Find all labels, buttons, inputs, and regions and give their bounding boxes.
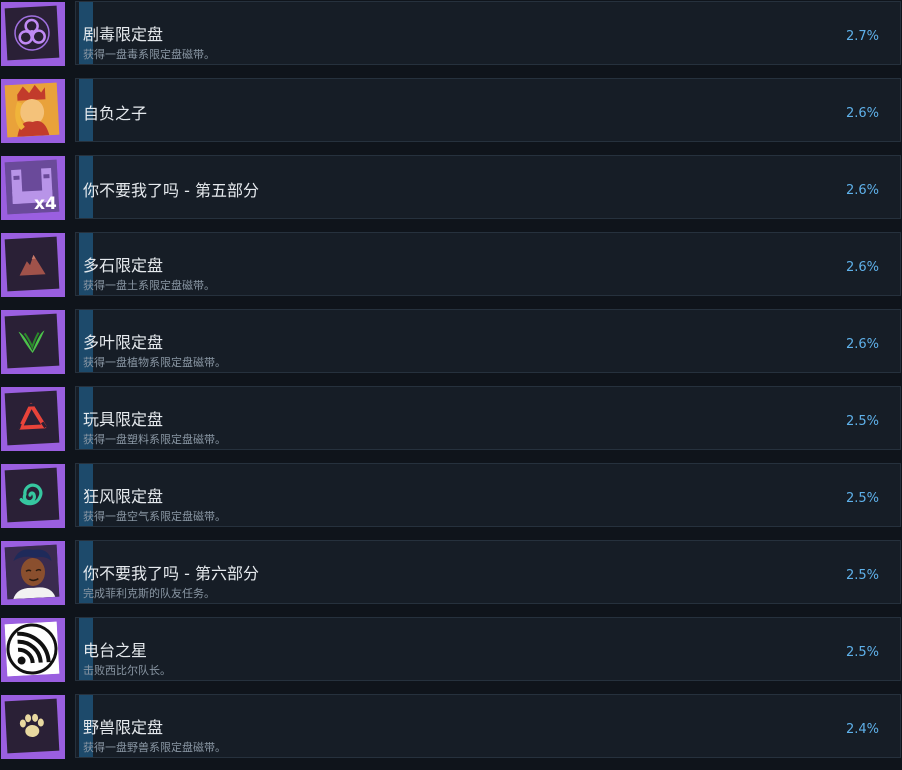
achievement-title: 多叶限定盘 <box>83 333 164 352</box>
achievement-title: 电台之星 <box>83 641 148 660</box>
unlock-percentage: 2.6% <box>845 106 879 121</box>
achievement-row[interactable]: 自负之子 2.6% <box>0 77 902 154</box>
achievement-title: 多石限定盘 <box>83 256 164 275</box>
achievement-panel: 剧毒限定盘 获得一盘毒系限定盘磁带。 2.7% <box>75 1 901 65</box>
achievement-description: 获得一盘野兽系限定盘磁带。 <box>83 741 226 754</box>
achievement-panel: 你不要我了吗 - 第六部分 完成菲利克斯的队友任务。 2.5% <box>75 540 901 604</box>
rock-icon <box>4 236 60 292</box>
achievement-title: 你不要我了吗 - 第六部分 <box>83 564 259 583</box>
unlock-percentage: 2.6% <box>845 183 879 198</box>
achievement-row[interactable]: 剧毒限定盘 获得一盘毒系限定盘磁带。 2.7% <box>0 0 902 77</box>
achievement-icon-frame <box>1 541 65 605</box>
biohazard-icon <box>4 5 60 61</box>
achievement-panel: 玩具限定盘 获得一盘塑料系限定盘磁带。 2.5% <box>75 386 901 450</box>
achievement-icon-frame <box>1 695 65 759</box>
achievement-icon-frame <box>1 233 65 297</box>
achievement-description: 完成菲利克斯的队友任务。 <box>83 587 215 600</box>
achievement-icon-frame <box>1 464 65 528</box>
achievement-icon-frame <box>1 310 65 374</box>
achievement-row[interactable]: x4 你不要我了吗 - 第五部分 2.6% <box>0 154 902 231</box>
unlock-percentage: 2.5% <box>845 645 879 660</box>
achievement-row[interactable]: 野兽限定盘 获得一盘野兽系限定盘磁带。 2.4% <box>0 693 902 770</box>
achievement-row[interactable]: 多叶限定盘 获得一盘植物系限定盘磁带。 2.6% <box>0 308 902 385</box>
achievement-description: 击败西比尔队长。 <box>83 664 171 677</box>
achievement-row[interactable]: 多石限定盘 获得一盘土系限定盘磁带。 2.6% <box>0 231 902 308</box>
achievement-panel: 电台之星 击败西比尔队长。 2.5% <box>75 617 901 681</box>
unlock-percentage: 2.6% <box>845 260 879 275</box>
radio-signal-icon <box>4 621 60 677</box>
achievement-title: 你不要我了吗 - 第五部分 <box>83 181 259 200</box>
achievement-row[interactable]: 狂风限定盘 获得一盘空气系限定盘磁带。 2.5% <box>0 462 902 539</box>
unlock-percentage: 2.6% <box>845 337 879 352</box>
unlock-percentage: 2.5% <box>845 491 879 506</box>
achievement-panel: 多叶限定盘 获得一盘植物系限定盘磁带。 2.6% <box>75 309 901 373</box>
achievement-description: 获得一盘植物系限定盘磁带。 <box>83 356 226 369</box>
achievement-title: 剧毒限定盘 <box>83 25 164 44</box>
character-portrait-icon <box>4 544 60 600</box>
achievement-panel: 多石限定盘 获得一盘土系限定盘磁带。 2.6% <box>75 232 901 296</box>
achievement-icon-frame <box>1 387 65 451</box>
achievement-panel: 你不要我了吗 - 第五部分 2.6% <box>75 155 901 219</box>
achievement-title: 玩具限定盘 <box>83 410 164 429</box>
achievement-title: 自负之子 <box>83 104 148 123</box>
unlock-percentage: 2.5% <box>845 414 879 429</box>
unlock-percentage: 2.7% <box>845 29 879 44</box>
achievement-description: 获得一盘空气系限定盘磁带。 <box>83 510 226 523</box>
achievement-description: 获得一盘塑料系限定盘磁带。 <box>83 433 226 446</box>
recycle-icon <box>4 390 60 446</box>
achievement-row[interactable]: 电台之星 击败西比尔队长。 2.5% <box>0 616 902 693</box>
achievement-icon-frame <box>1 79 65 143</box>
achievement-description: 获得一盘毒系限定盘磁带。 <box>83 48 215 61</box>
x4-badge: x4 <box>34 194 57 214</box>
spiral-wind-icon <box>4 467 60 523</box>
achievement-panel: 自负之子 2.6% <box>75 78 901 142</box>
crowned-character-icon <box>4 82 60 138</box>
achievement-icon-frame <box>1 2 65 66</box>
achievement-title: 野兽限定盘 <box>83 718 164 737</box>
achievement-row[interactable]: 玩具限定盘 获得一盘塑料系限定盘磁带。 2.5% <box>0 385 902 462</box>
achievement-row[interactable]: 你不要我了吗 - 第六部分 完成菲利克斯的队友任务。 2.5% <box>0 539 902 616</box>
achievement-description: 获得一盘土系限定盘磁带。 <box>83 279 215 292</box>
paw-icon <box>4 698 60 754</box>
achievement-icon-frame: x4 <box>1 156 65 220</box>
achievement-icon-frame <box>1 618 65 682</box>
unlock-percentage: 2.4% <box>845 722 879 737</box>
leaf-icon <box>4 313 60 369</box>
achievement-panel: 野兽限定盘 获得一盘野兽系限定盘磁带。 2.4% <box>75 694 901 758</box>
achievement-panel: 狂风限定盘 获得一盘空气系限定盘磁带。 2.5% <box>75 463 901 527</box>
achievement-title: 狂风限定盘 <box>83 487 164 506</box>
unlock-percentage: 2.5% <box>845 568 879 583</box>
